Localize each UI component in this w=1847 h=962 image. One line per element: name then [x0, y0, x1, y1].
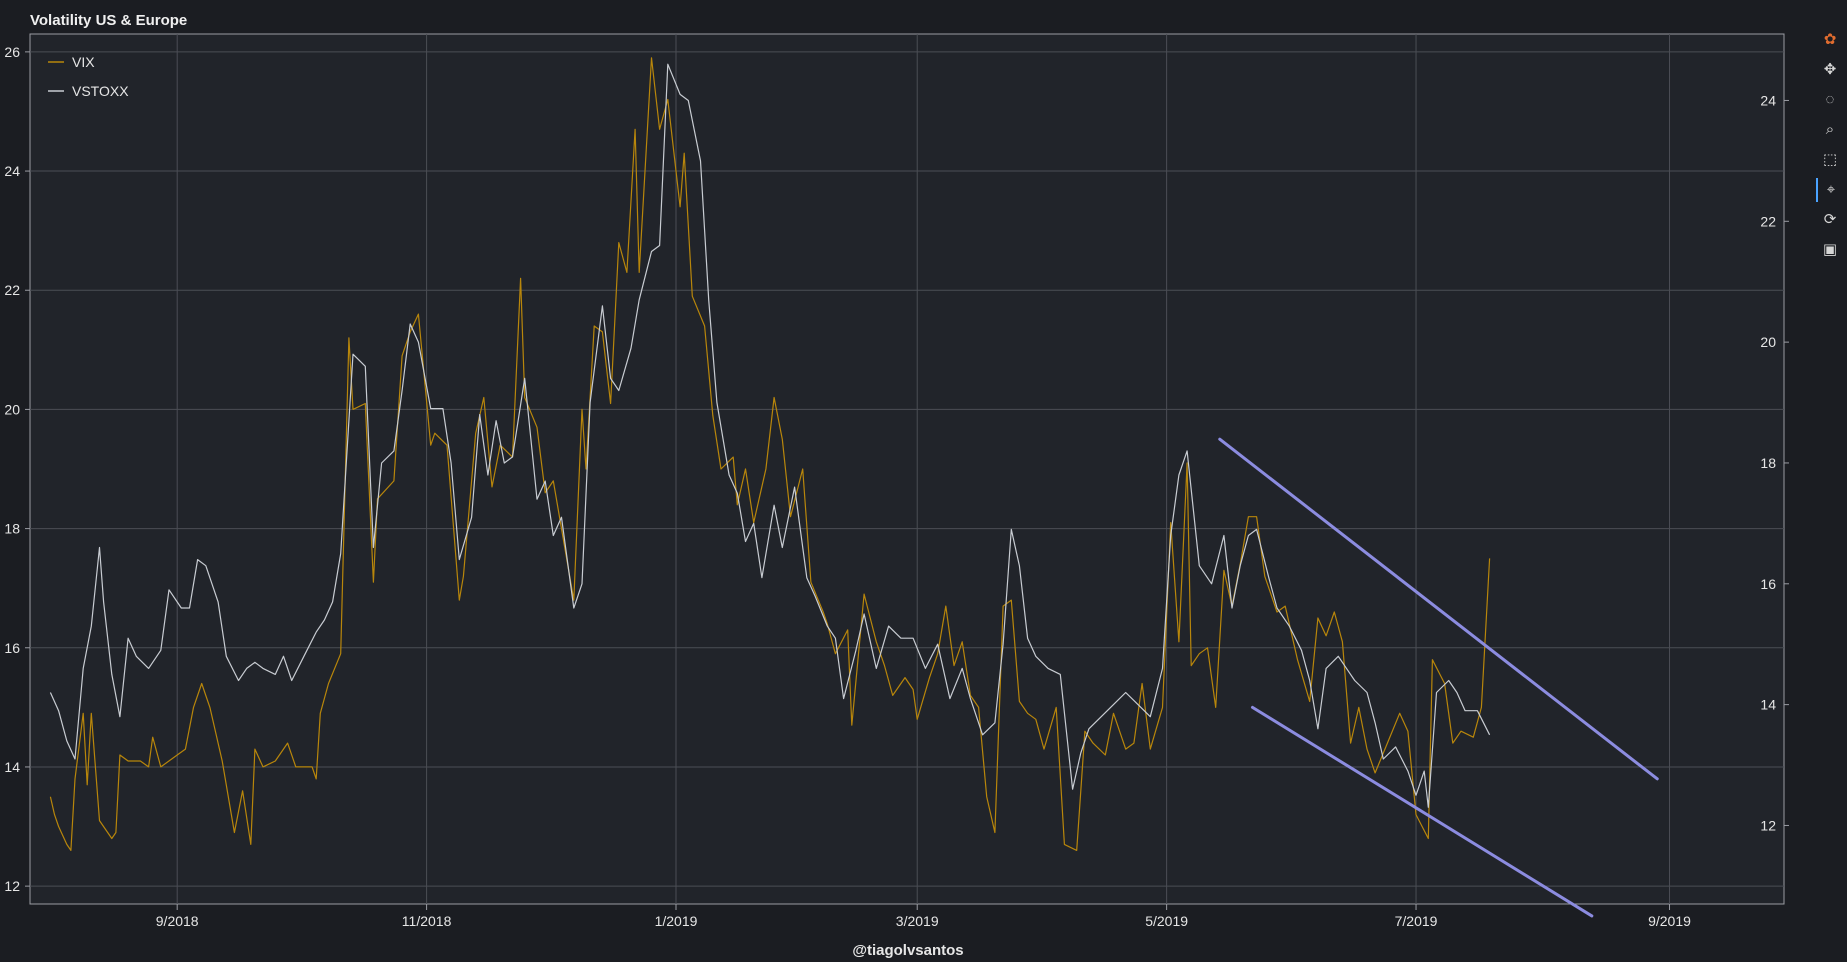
hover-icon[interactable]: ⌖	[1816, 178, 1844, 202]
legend-label-vstoxx[interactable]: VSTOXX	[72, 83, 129, 99]
y-left-tick-label: 26	[4, 44, 20, 60]
y-left-tick-label: 14	[4, 759, 20, 775]
y-right-tick-label: 18	[1760, 455, 1776, 471]
chart-canvas: Volatility US & Europe 12 14 16 18 20 22 24 26 1…	[0, 0, 1847, 962]
chart-app: Volatility US & Europe 12 14 16 18 20 22 24 26 1…	[0, 0, 1847, 962]
y-right-tick-label: 12	[1760, 817, 1776, 833]
reset-icon[interactable]: ⟳	[1816, 208, 1844, 232]
plot-area[interactable]	[29, 33, 1785, 905]
y-left-tick-label: 16	[4, 640, 20, 656]
x-tick-label: 9/2019	[1648, 913, 1691, 929]
y-right-tick-label: 20	[1760, 334, 1776, 350]
x-tick-label: 11/2018	[402, 913, 452, 929]
y-right-tick-label: 16	[1760, 576, 1776, 592]
y-left-tick-label: 20	[4, 401, 20, 417]
chart-title: Volatility US & Europe	[30, 12, 187, 29]
y-left-tick-label: 12	[4, 878, 20, 894]
lasso-select-icon[interactable]: ◌	[1816, 88, 1844, 112]
y-right-tick-label: 14	[1760, 697, 1776, 713]
legend-label-vix[interactable]: VIX	[72, 54, 95, 70]
zoom-icon[interactable]: ⌕	[1816, 118, 1844, 142]
bokeh-logo-icon[interactable]: ✿	[1816, 28, 1844, 52]
y-right-tick-label: 22	[1760, 213, 1776, 229]
y-right-tick-label: 24	[1760, 92, 1776, 108]
box-select-icon[interactable]: ⬚	[1816, 148, 1844, 172]
plot-toolbar: ✿ ✥ ◌ ⌕ ⬚ ⌖ ⟳ ▣	[1816, 28, 1844, 278]
save-icon[interactable]: ▣	[1816, 238, 1844, 262]
x-tick-label: 5/2019	[1145, 913, 1188, 929]
y-left-tick-label: 24	[4, 163, 20, 179]
footer-credit: @tiagolvsantos	[852, 942, 963, 959]
pan-icon[interactable]: ✥	[1816, 58, 1844, 82]
x-tick-label: 7/2019	[1395, 913, 1438, 929]
y-left-tick-label: 22	[4, 282, 20, 298]
x-tick-label: 1/2019	[655, 913, 698, 929]
y-left-tick-label: 18	[4, 521, 20, 537]
x-tick-label: 3/2019	[896, 913, 939, 929]
x-tick-label: 9/2018	[156, 913, 199, 929]
